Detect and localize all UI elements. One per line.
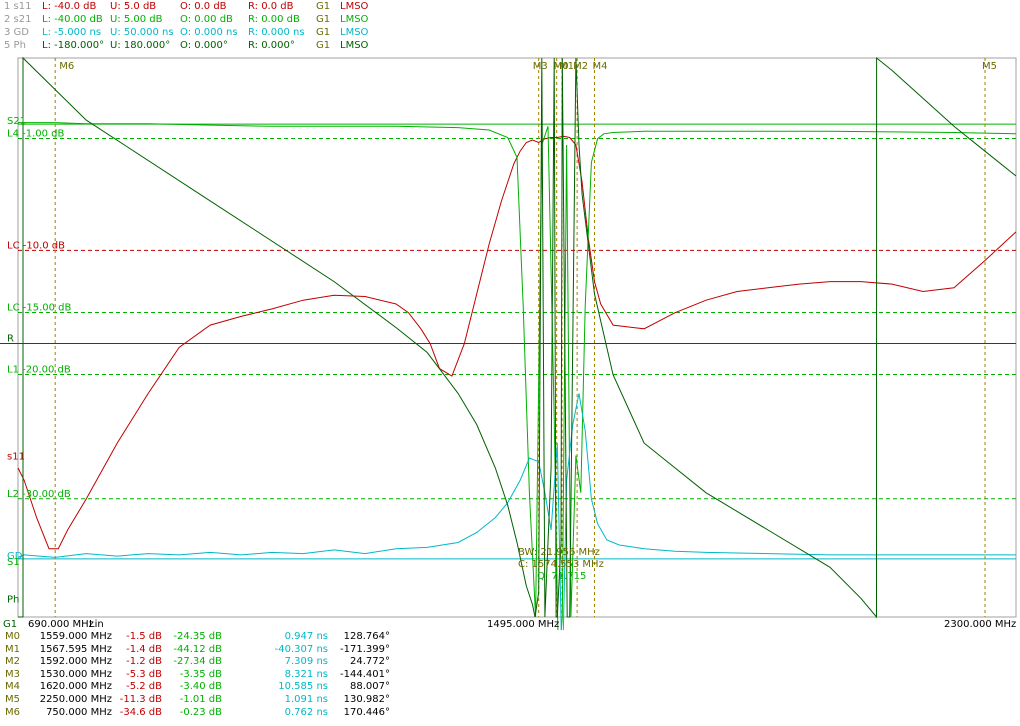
trace-gd (17, 393, 1016, 630)
ref-label: LC -10.0 dB (7, 240, 65, 251)
marker-top-label: M2 (573, 61, 588, 72)
ref-label: S21 (7, 116, 26, 127)
ref-label: LC -15.00 dB (7, 302, 71, 313)
marker-top-label: M3 (533, 61, 548, 72)
marker-gd: 8.321 ns (284, 668, 328, 680)
ref-label: L1 -20.00 dB (7, 365, 71, 376)
marker-s21: -27.34 dB (173, 656, 222, 668)
marker-s11: -1.5 dB (126, 631, 162, 642)
marker-name: M3 (5, 668, 20, 680)
marker-ph: 128.764° (343, 631, 390, 642)
marker-gd: -40.307 ns (274, 643, 328, 655)
marker-top-label: M4 (592, 61, 607, 72)
marker-row[interactable]: M6 750.000 MHz -34.6 dB -0.23 dB 0.762 ns 170… (0, 707, 400, 719)
ref-label: R (7, 334, 14, 345)
marker-ph: -171.399° (340, 643, 390, 655)
marker-s21: -3.35 dB (179, 668, 222, 680)
marker-row[interactable]: M0 1559.000 MHz -1.5 dB -24.35 dB 0.947 ns 12… (0, 631, 400, 643)
marker-s11: -5.3 dB (126, 668, 162, 680)
marker-gd: 0.762 ns (284, 706, 328, 718)
marker-s11: -1.4 dB (126, 643, 162, 655)
marker-s21: -24.35 dB (173, 631, 222, 642)
marker-name: M6 (5, 706, 20, 718)
marker-gd: 10.585 ns (278, 681, 328, 693)
marker-freq: 1567.595 MHz (39, 643, 112, 655)
marker-ph: 24.772° (350, 656, 390, 668)
ref-label: S1 (7, 557, 20, 568)
trace-s21 (18, 122, 1017, 630)
marker-gd: 1.091 ns (284, 694, 328, 705)
axis-group: G1 (3, 619, 17, 630)
axis-start: 690.000 MHz (28, 619, 94, 630)
marker-freq: 2250.000 MHz (39, 694, 112, 705)
center-text: C: 1574.553 MHz (518, 559, 604, 570)
marker-top-label: M1 (559, 61, 574, 72)
marker-ph: 170.446° (343, 706, 390, 718)
marker-s21: -1.01 dB (179, 694, 222, 705)
marker-s11: -34.6 dB (119, 706, 162, 718)
marker-gd: 7.309 ns (284, 656, 328, 668)
marker-name: M2 (5, 656, 20, 668)
marker-row[interactable]: M4 1620.000 MHz -5.2 dB -3.40 dB 10.585 ns 88… (0, 681, 400, 693)
marker-ph: 88.007° (350, 681, 390, 693)
marker-s21: -0.23 dB (179, 706, 222, 718)
marker-freq: 750.000 MHz (46, 706, 112, 718)
marker-name: M5 (5, 694, 20, 705)
bw-text: BW: 21.956 MHz (518, 547, 600, 558)
ref-label: L2 -30.00 dB (7, 489, 71, 500)
trace-plot[interactable]: S21 L4 -1.00 dB LC -10.0 dB LC -15.00 dB R L1… (0, 0, 1020, 630)
marker-name: M0 (5, 631, 20, 642)
marker-s11: -11.3 dB (119, 694, 162, 705)
marker-ph: 130.982° (343, 694, 390, 705)
ref-label: Ph (7, 594, 19, 605)
marker-row[interactable]: M3 1530.000 MHz -5.3 dB -3.35 dB 8.321 ns -14… (0, 669, 400, 681)
marker-name: M4 (5, 681, 20, 693)
marker-name: M1 (5, 643, 20, 655)
marker-freq: 1592.000 MHz (39, 656, 112, 668)
trace-ph (18, 56, 1017, 619)
marker-gd: 0.947 ns (284, 631, 328, 642)
marker-s11: -1.2 dB (126, 656, 162, 668)
marker-row[interactable]: M5 2250.000 MHz -11.3 dB -1.01 dB 1.091 ns 13… (0, 694, 400, 706)
marker-ph: -144.401° (340, 668, 390, 680)
axis-scale: Lin (89, 619, 104, 630)
marker-freq: 1559.000 MHz (39, 631, 112, 642)
marker-freq: 1530.000 MHz (39, 668, 112, 680)
q-text: Q: 71.715 (537, 571, 586, 582)
marker-s21: -44.12 dB (173, 643, 222, 655)
ref-label: L4 -1.00 dB (7, 129, 65, 140)
axis-center: 1495.000 MHz (487, 619, 559, 630)
marker-s21: -3.40 dB (179, 681, 222, 693)
ref-label: s11 (7, 452, 25, 463)
marker-s11: -5.2 dB (126, 681, 162, 693)
axis-stop: 2300.000 MHz (944, 619, 1016, 630)
marker-top-label: M5 (982, 61, 997, 72)
marker-row[interactable]: M2 1592.000 MHz -1.2 dB -27.34 dB 7.309 ns 24… (0, 656, 400, 668)
marker-top-label: M6 (59, 61, 74, 72)
plot-frame (17, 57, 1017, 618)
marker-freq: 1620.000 MHz (39, 681, 112, 693)
marker-row[interactable]: M1 1567.595 MHz -1.4 dB -44.12 dB -40.307 ns… (0, 644, 400, 656)
